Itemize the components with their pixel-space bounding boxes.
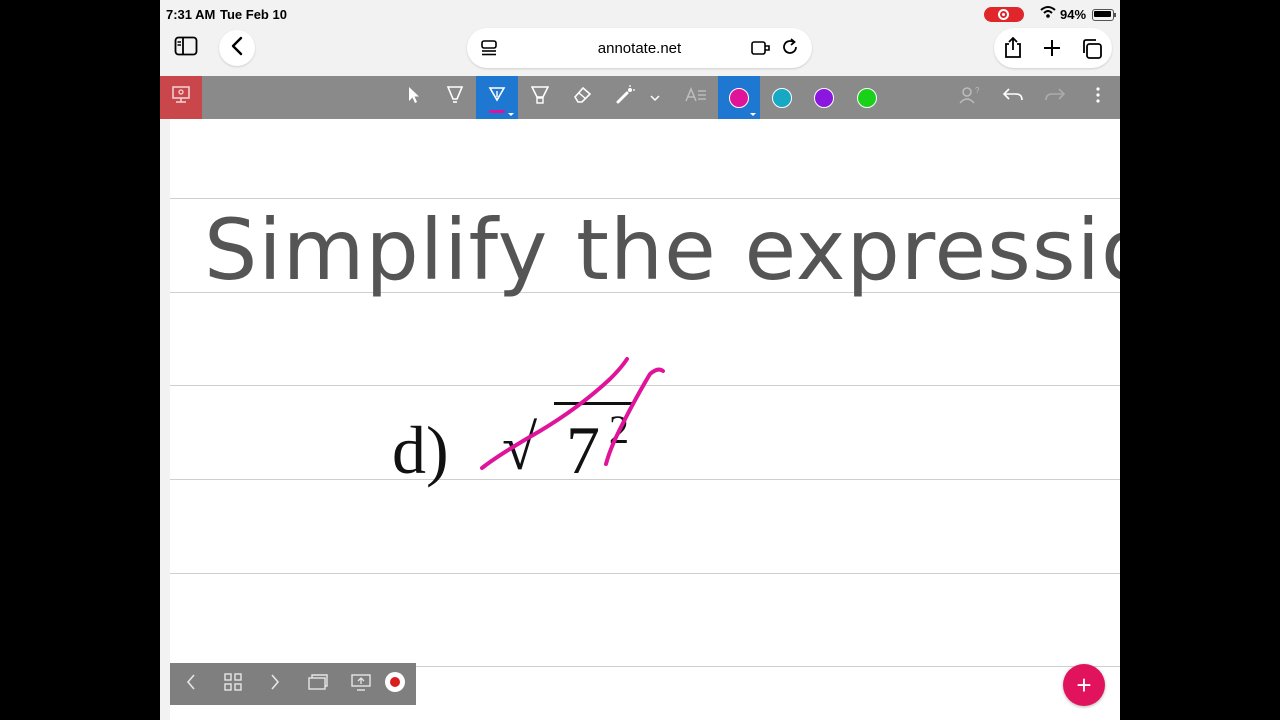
participants-button[interactable]: ? (949, 76, 991, 119)
marker-icon (530, 85, 550, 110)
share-icon[interactable] (1003, 36, 1023, 64)
pages-icon (307, 673, 329, 696)
present-icon (350, 672, 372, 697)
marker-tool-button[interactable] (519, 76, 561, 119)
tabs-icon[interactable] (1081, 38, 1103, 65)
color-swatch-green (857, 87, 877, 108)
color-swatch-purple (814, 87, 834, 108)
sidebar-icon (174, 36, 198, 61)
record-button[interactable] (374, 663, 416, 705)
problem-label: d) (392, 412, 449, 488)
color-swatch-pink (729, 87, 749, 108)
undo-icon (1002, 88, 1023, 107)
record-icon (384, 671, 406, 698)
reload-icon[interactable] (781, 38, 799, 61)
back-button[interactable] (219, 30, 255, 66)
laser-icon (615, 85, 635, 110)
status-time: 7:31 AM (166, 7, 216, 22)
pointer-icon (407, 86, 421, 109)
bottom-navigation (170, 663, 416, 705)
chevron-left-icon (231, 36, 243, 61)
whiteboard-page[interactable]: Simplify the expression d) √ 7 2 (170, 119, 1120, 720)
battery-percent: 94% (1060, 7, 1087, 22)
page-grid-button[interactable] (212, 663, 254, 705)
eraser-icon (572, 86, 592, 109)
screen: 7:31 AM Tue Feb 10 94% annotate.net ? Si… (160, 0, 1120, 720)
ruled-line (170, 573, 1120, 574)
radical-sign: √ (502, 412, 538, 483)
radical-bar (554, 402, 632, 405)
more-vertical-icon (1096, 87, 1100, 108)
plus-icon: + (1076, 670, 1092, 700)
slide-heading: Simplify the expression (204, 201, 1120, 299)
radicand-base: 7 (566, 412, 600, 488)
redo-button[interactable] (1034, 76, 1076, 119)
presenter-icon (171, 86, 191, 109)
color-swatch-4[interactable] (846, 76, 888, 119)
sidebar-toggle-button[interactable] (168, 30, 204, 66)
radicand-exponent: 2 (609, 407, 629, 452)
highlighter-icon (446, 85, 464, 110)
ruled-line (170, 198, 1120, 199)
color-swatch-teal (772, 87, 792, 108)
address-bar[interactable]: annotate.net (467, 28, 812, 68)
overflow-menu-button[interactable] (1077, 76, 1119, 119)
eraser-tool-button[interactable] (561, 76, 603, 119)
chevron-down-icon (650, 89, 660, 107)
text-tool-icon (685, 87, 707, 108)
more-tools-button[interactable] (640, 76, 670, 119)
color-swatch-1[interactable] (718, 76, 760, 119)
status-bar: 7:31 AM Tue Feb 10 94% (160, 0, 1120, 28)
extension-icon[interactable] (751, 39, 771, 62)
pages-button[interactable] (297, 663, 339, 705)
color-swatch-3[interactable] (803, 76, 845, 119)
pointer-tool-button[interactable] (393, 76, 435, 119)
highlighter-tool-button[interactable] (434, 76, 476, 119)
status-date: Tue Feb 10 (220, 7, 287, 22)
pen-tool-button[interactable] (476, 76, 518, 119)
annotation-toolbar: ? (160, 76, 1120, 119)
presenter-button[interactable] (160, 76, 202, 119)
browser-actions (994, 28, 1112, 68)
grid-icon (223, 672, 243, 697)
screen-recording-indicator[interactable] (984, 7, 1024, 22)
chevron-right-icon (270, 673, 280, 696)
color-swatch-2[interactable] (761, 76, 803, 119)
add-button[interactable]: + (1063, 664, 1105, 706)
pen-icon (488, 86, 506, 109)
battery-icon (1092, 9, 1116, 21)
svg-text:?: ? (975, 86, 980, 95)
next-page-button[interactable] (254, 663, 296, 705)
text-tool-button[interactable] (675, 76, 717, 119)
user-help-icon: ? (959, 86, 981, 109)
chevron-left-icon (186, 673, 196, 696)
previous-page-button[interactable] (170, 663, 212, 705)
undo-button[interactable] (992, 76, 1034, 119)
new-tab-icon[interactable] (1042, 38, 1062, 63)
math-problem: d) √ 7 2 (392, 381, 692, 511)
wifi-icon (1040, 5, 1056, 22)
redo-icon (1045, 88, 1066, 107)
